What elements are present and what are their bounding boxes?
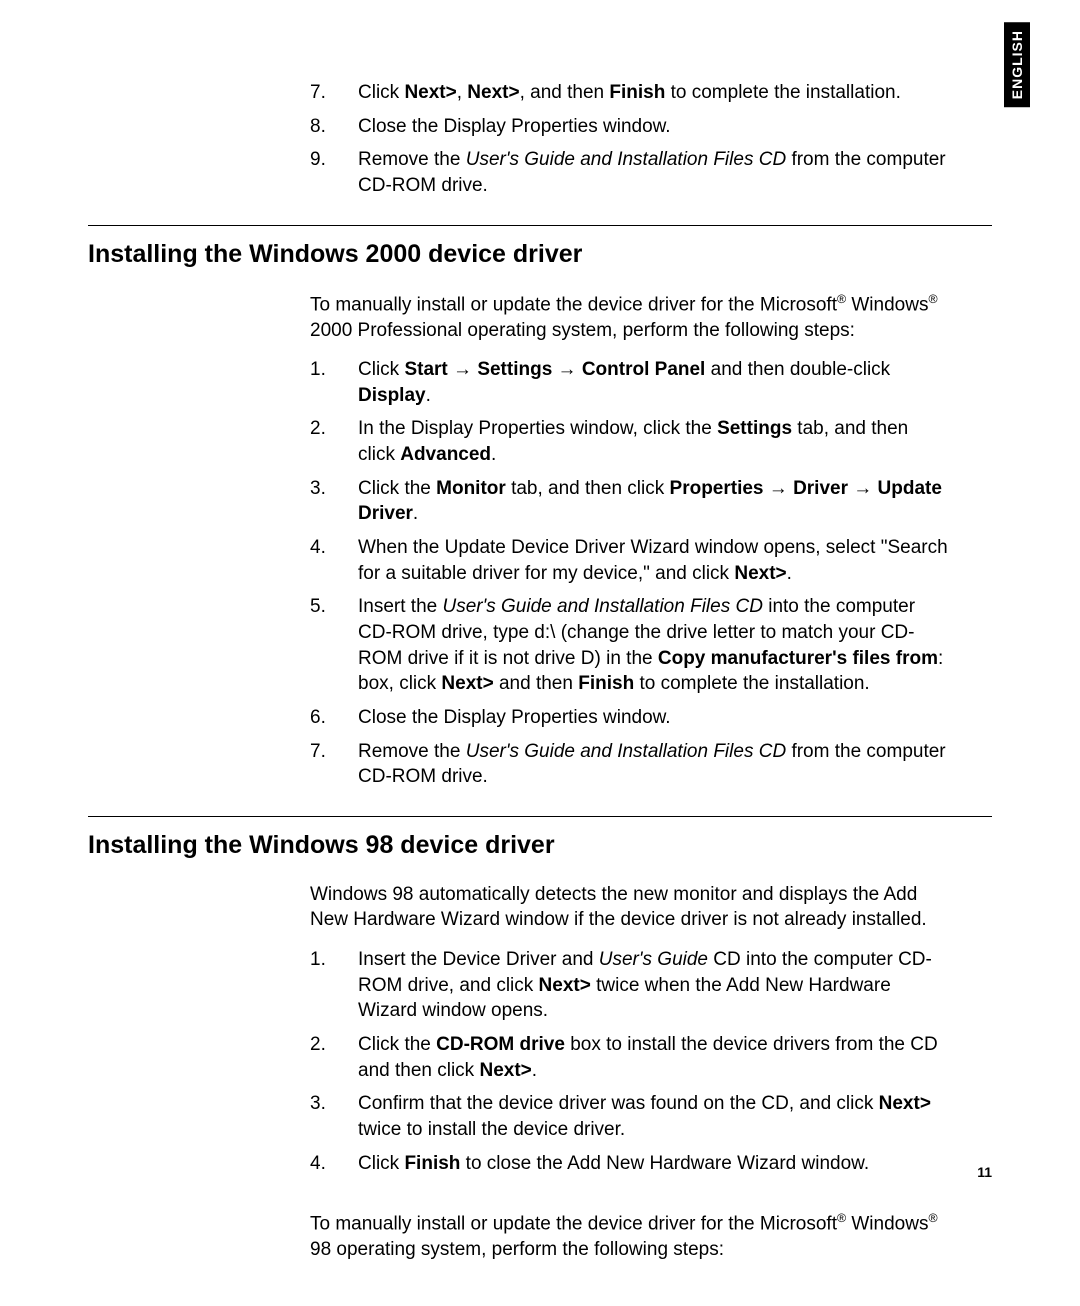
step-text: Click the CD-ROM drive box to install th… [358, 1032, 950, 1083]
step-text: Remove the User's Guide and Installation… [358, 147, 950, 198]
step-text: Click the Monitor tab, and then click Pr… [358, 476, 950, 527]
win98-steps: 1.Insert the Device Driver and User's Gu… [310, 947, 950, 1176]
win2000-steps: 1.Click Start → Settings → Control Panel… [310, 357, 950, 790]
step-number: 2. [310, 416, 358, 467]
step-number: 8. [310, 114, 358, 140]
step-text: In the Display Properties window, click … [358, 416, 950, 467]
list-item: 1.Insert the Device Driver and User's Gu… [310, 947, 950, 1024]
section-2000-body: To manually install or update the device… [310, 291, 950, 790]
list-item: 4.When the Update Device Driver Wizard w… [310, 535, 950, 586]
list-item: 7.Remove the User's Guide and Installati… [310, 739, 950, 790]
list-item: 3.Click the Monitor tab, and then click … [310, 476, 950, 527]
step-number: 7. [310, 80, 358, 106]
step-text: Click Finish to close the Add New Hardwa… [358, 1151, 950, 1177]
page: ENGLISH 7.Click Next>, Next>, and then F… [0, 0, 1080, 1306]
step-text: Close the Display Properties window. [358, 114, 950, 140]
list-item: 5.Insert the User's Guide and Installati… [310, 594, 950, 697]
step-number: 4. [310, 1151, 358, 1177]
list-item: 8.Close the Display Properties window. [310, 114, 950, 140]
list-item: 1.Click Start → Settings → Control Panel… [310, 357, 950, 408]
heading-win2000: Installing the Windows 2000 device drive… [88, 240, 992, 269]
win98-outro: To manually install or update the device… [310, 1210, 950, 1263]
step-number: 2. [310, 1032, 358, 1083]
step-text: Insert the Device Driver and User's Guid… [358, 947, 950, 1024]
list-item: 4.Click Finish to close the Add New Hard… [310, 1151, 950, 1177]
step-number: 9. [310, 147, 358, 198]
win2000-intro: To manually install or update the device… [310, 291, 950, 344]
step-text: When the Update Device Driver Wizard win… [358, 535, 950, 586]
step-number: 6. [310, 705, 358, 731]
list-item: 3.Confirm that the device driver was fou… [310, 1091, 950, 1142]
step-number: 3. [310, 1091, 358, 1142]
step-text: Confirm that the device driver was found… [358, 1091, 950, 1142]
top-steps-block: 7.Click Next>, Next>, and then Finish to… [310, 80, 950, 199]
list-item: 7.Click Next>, Next>, and then Finish to… [310, 80, 950, 106]
page-number: 11 [977, 1164, 992, 1180]
list-item: 9.Remove the User's Guide and Installati… [310, 147, 950, 198]
step-number: 1. [310, 357, 358, 408]
step-number: 7. [310, 739, 358, 790]
top-steps-list: 7.Click Next>, Next>, and then Finish to… [310, 80, 950, 199]
step-number: 3. [310, 476, 358, 527]
step-text: Click Next>, Next>, and then Finish to c… [358, 80, 950, 106]
step-text: Click Start → Settings → Control Panel a… [358, 357, 950, 408]
step-number: 4. [310, 535, 358, 586]
divider-2 [88, 816, 992, 817]
step-text: Close the Display Properties window. [358, 705, 950, 731]
section-98-body: Windows 98 automatically detects the new… [310, 882, 950, 1263]
step-number: 5. [310, 594, 358, 697]
list-item: 2.In the Display Properties window, clic… [310, 416, 950, 467]
heading-win98: Installing the Windows 98 device driver [88, 831, 992, 860]
step-text: Insert the User's Guide and Installation… [358, 594, 950, 697]
step-text: Remove the User's Guide and Installation… [358, 739, 950, 790]
win98-intro: Windows 98 automatically detects the new… [310, 882, 950, 933]
list-item: 2.Click the CD-ROM drive box to install … [310, 1032, 950, 1083]
divider-1 [88, 225, 992, 226]
language-tab: ENGLISH [1004, 22, 1030, 107]
list-item: 6.Close the Display Properties window. [310, 705, 950, 731]
step-number: 1. [310, 947, 358, 1024]
